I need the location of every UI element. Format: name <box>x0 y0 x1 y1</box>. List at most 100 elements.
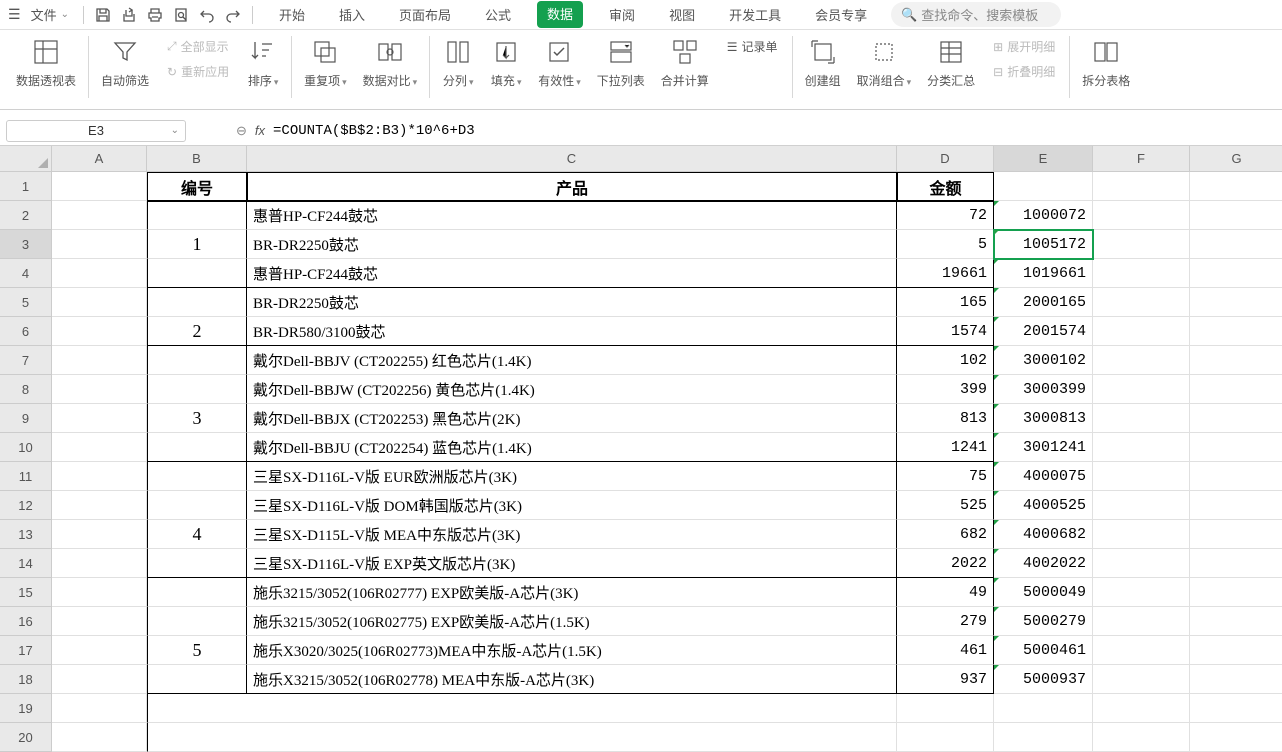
cell-G14[interactable] <box>1190 549 1282 578</box>
zoom-out-icon[interactable]: ⊖ <box>236 123 247 139</box>
row-header-1[interactable]: 1 <box>0 172 52 201</box>
cell-E3[interactable]: 1005172!▾ <box>994 230 1093 259</box>
cell-E17[interactable]: 5000461 <box>994 636 1093 665</box>
cell-G16[interactable] <box>1190 607 1282 636</box>
sort-button[interactable]: 排序▾ <box>241 36 285 89</box>
cell-B12[interactable] <box>147 491 247 520</box>
cell-D10[interactable]: 1241 <box>897 433 994 462</box>
cell-D3[interactable]: 5 <box>897 230 994 259</box>
cell-C16[interactable]: 施乐3215/3052(106R02775) EXP欧美版-A芯片(1.5K) <box>247 607 897 636</box>
cell-A20[interactable] <box>52 723 147 752</box>
cell-B17[interactable]: 5 <box>147 636 247 665</box>
cell-F10[interactable] <box>1093 433 1190 462</box>
row-header-19[interactable]: 19 <box>0 694 52 723</box>
cell-F4[interactable] <box>1093 259 1190 288</box>
cell-D7[interactable]: 102 <box>897 346 994 375</box>
cell-G20[interactable] <box>1190 723 1282 752</box>
cell-C6[interactable]: BR-DR580/3100鼓芯 <box>247 317 897 346</box>
tab-2[interactable]: 页面布局 <box>391 1 459 28</box>
cell-F13[interactable] <box>1093 520 1190 549</box>
expand-button[interactable]: ⊞展开明细 <box>989 36 1059 57</box>
cell-G12[interactable] <box>1190 491 1282 520</box>
consolidate-button[interactable]: 合并计算 <box>655 36 715 89</box>
col-header-B[interactable]: B <box>147 146 247 172</box>
cell-E2[interactable]: 1000072 <box>994 201 1093 230</box>
cell-F19[interactable] <box>1093 694 1190 723</box>
validity-button[interactable]: 有效性▾ <box>532 36 587 89</box>
cell-C7[interactable]: 戴尔Dell-BBJV (CT202255) 红色芯片(1.4K) <box>247 346 897 375</box>
tab-7[interactable]: 开发工具 <box>721 1 789 28</box>
cell-D8[interactable]: 399 <box>897 375 994 404</box>
undo-icon[interactable] <box>196 4 218 26</box>
cell-D1[interactable]: 金额 <box>897 172 994 201</box>
row-header-13[interactable]: 13 <box>0 520 52 549</box>
tab-6[interactable]: 视图 <box>661 1 703 28</box>
cell-C5[interactable]: BR-DR2250鼓芯 <box>247 288 897 317</box>
cell-A9[interactable] <box>52 404 147 433</box>
cell-G17[interactable] <box>1190 636 1282 665</box>
dropdown-button[interactable]: 下拉列表 <box>591 36 651 89</box>
cell-C12[interactable]: 三星SX-D116L-V版 DOM韩国版芯片(3K) <box>247 491 897 520</box>
cell-F18[interactable] <box>1093 665 1190 694</box>
tab-0[interactable]: 开始 <box>271 1 313 28</box>
save-icon[interactable] <box>92 4 114 26</box>
record-button[interactable]: ☰记录单 <box>723 36 782 57</box>
cell-G5[interactable] <box>1190 288 1282 317</box>
cell-E11[interactable]: 4000075 <box>994 462 1093 491</box>
cell-A10[interactable] <box>52 433 147 462</box>
redo-icon[interactable] <box>222 4 244 26</box>
cell-D20[interactable] <box>897 723 994 752</box>
row-header-20[interactable]: 20 <box>0 723 52 752</box>
cell-A7[interactable] <box>52 346 147 375</box>
compare-button[interactable]: 数据对比▾ <box>357 36 424 89</box>
tab-3[interactable]: 公式 <box>477 1 519 28</box>
cell-G13[interactable] <box>1190 520 1282 549</box>
cell-E16[interactable]: 5000279 <box>994 607 1093 636</box>
search-box[interactable]: 🔍 查找命令、搜索模板 <box>891 2 1061 27</box>
cell-B11[interactable] <box>147 462 247 491</box>
cell-F2[interactable] <box>1093 201 1190 230</box>
cell-G9[interactable] <box>1190 404 1282 433</box>
cell-F1[interactable] <box>1093 172 1190 201</box>
cell-D16[interactable]: 279 <box>897 607 994 636</box>
cells-area[interactable]: 编号产品金额惠普HP-CF244鼓芯7210000721BR-DR2250鼓芯5… <box>52 172 1282 752</box>
cell-A4[interactable] <box>52 259 147 288</box>
cell-E5[interactable]: 2000165 <box>994 288 1093 317</box>
cell-B16[interactable] <box>147 607 247 636</box>
cell-E12[interactable]: 4000525 <box>994 491 1093 520</box>
col-header-D[interactable]: D <box>897 146 994 172</box>
cell-B10[interactable] <box>147 433 247 462</box>
cell-A15[interactable] <box>52 578 147 607</box>
row-header-5[interactable]: 5 <box>0 288 52 317</box>
cell-G10[interactable] <box>1190 433 1282 462</box>
row-header-9[interactable]: 9 <box>0 404 52 433</box>
cell-E6[interactable]: 2001574 <box>994 317 1093 346</box>
cell-D19[interactable] <box>897 694 994 723</box>
row-header-12[interactable]: 12 <box>0 491 52 520</box>
preview-icon[interactable] <box>170 4 192 26</box>
row-header-18[interactable]: 18 <box>0 665 52 694</box>
cell-D11[interactable]: 75 <box>897 462 994 491</box>
tab-4[interactable]: 数据 <box>537 1 583 28</box>
cell-D15[interactable]: 49 <box>897 578 994 607</box>
cell-A16[interactable] <box>52 607 147 636</box>
cell-B15[interactable] <box>147 578 247 607</box>
cell-F14[interactable] <box>1093 549 1190 578</box>
cell-F3[interactable] <box>1093 230 1190 259</box>
cell-B1[interactable]: 编号 <box>147 172 247 201</box>
name-box[interactable]: E3 ⌄ <box>6 120 186 142</box>
cell-F7[interactable] <box>1093 346 1190 375</box>
cell-B3[interactable]: 1 <box>147 230 247 259</box>
row-header-17[interactable]: 17 <box>0 636 52 665</box>
tab-1[interactable]: 插入 <box>331 1 373 28</box>
cell-G11[interactable] <box>1190 462 1282 491</box>
cell-A5[interactable] <box>52 288 147 317</box>
formula-input[interactable] <box>273 123 973 139</box>
cell-F6[interactable] <box>1093 317 1190 346</box>
cell-C13[interactable]: 三星SX-D115L-V版 MEA中东版芯片(3K) <box>247 520 897 549</box>
cell-G6[interactable] <box>1190 317 1282 346</box>
cell-A14[interactable] <box>52 549 147 578</box>
select-all-corner[interactable] <box>0 146 52 172</box>
cell-E15[interactable]: 5000049 <box>994 578 1093 607</box>
cell-F8[interactable] <box>1093 375 1190 404</box>
